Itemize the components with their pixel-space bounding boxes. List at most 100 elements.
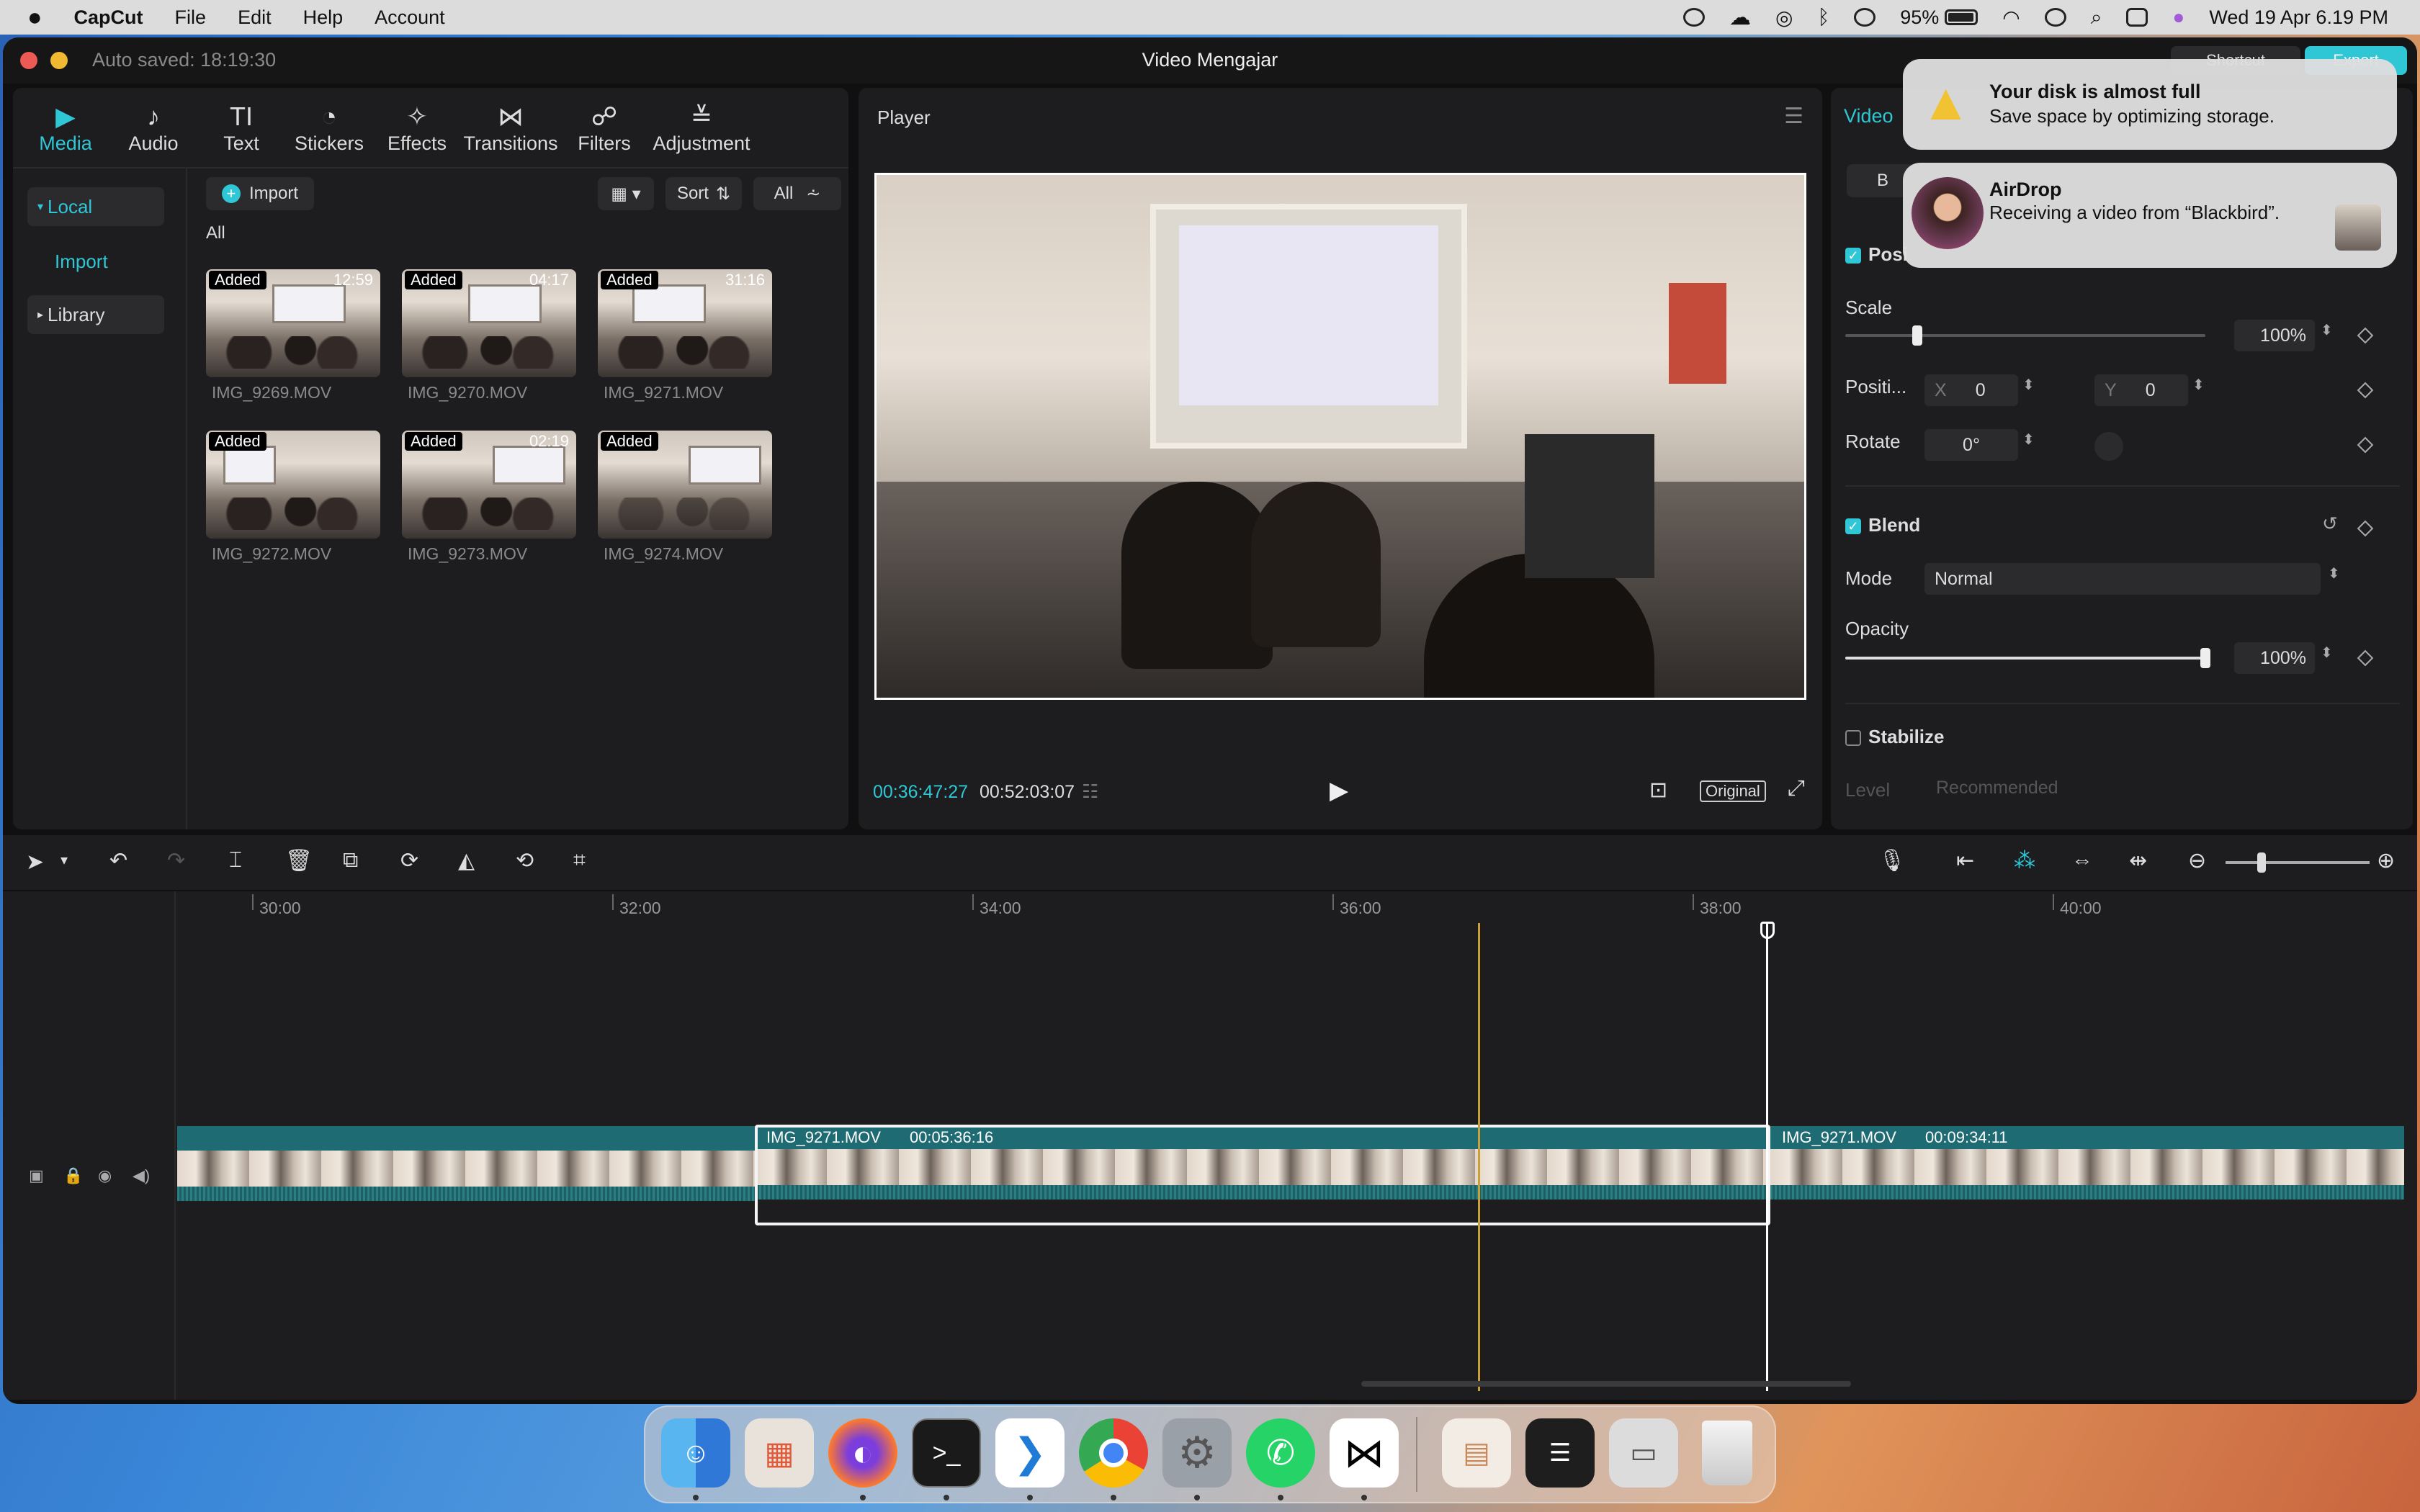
mute-track-icon[interactable]: ◀) xyxy=(133,1166,150,1185)
playhead[interactable] xyxy=(1766,923,1768,1391)
undo-icon[interactable]: ↶ xyxy=(109,848,127,873)
tab-video[interactable]: Video xyxy=(1844,105,1894,127)
position-keyframe-icon[interactable] xyxy=(2357,382,2374,399)
tab-audio[interactable]: ♪ Audio xyxy=(112,88,194,167)
opacity-slider-handle[interactable] xyxy=(2200,648,2210,668)
timeline-scrollbar[interactable] xyxy=(1361,1381,1851,1387)
position-y-input[interactable]: Y 0 xyxy=(2094,374,2188,406)
rotate-icon[interactable]: ⟲ xyxy=(516,848,534,873)
freeze-frame-icon[interactable]: ⧉ xyxy=(343,848,358,873)
dock-trash[interactable] xyxy=(1693,1418,1762,1488)
dock-recent-browser[interactable]: ▭ xyxy=(1609,1418,1678,1488)
tab-filters[interactable]: ☍ Filters xyxy=(563,88,645,167)
icloud-icon[interactable]: ☁ xyxy=(1729,5,1751,30)
main-track-magnet-icon[interactable]: ⇤ xyxy=(1956,848,1974,873)
siri-icon[interactable]: ● xyxy=(2172,6,2184,29)
tab-effects[interactable]: ✧ Effects xyxy=(376,88,458,167)
timecode-grid-icon[interactable]: ☷ xyxy=(1082,780,1098,803)
view-mode-button[interactable]: ▦ ▾ xyxy=(598,177,654,210)
mirror-icon[interactable]: ◭ xyxy=(458,848,475,873)
sidebar-item-local[interactable]: ▾ Local xyxy=(27,187,164,226)
timeline-clip[interactable] xyxy=(1770,1149,2404,1200)
select-tool-icon[interactable]: ➤ xyxy=(26,850,44,875)
mode-stepper[interactable]: ⬍ xyxy=(2328,564,2340,582)
scale-keyframe-icon[interactable] xyxy=(2357,327,2374,344)
sidebar-item-library[interactable]: ▸ Library xyxy=(27,295,164,334)
rotate-stepper[interactable]: ⬍ xyxy=(2022,431,2035,449)
crop-icon[interactable]: ⌗ xyxy=(573,848,586,873)
tab-adjustment[interactable]: ≚ Adjustment xyxy=(651,88,752,167)
dock-vscode[interactable]: ❯ xyxy=(995,1418,1065,1488)
dock-launchpad[interactable]: ▦ xyxy=(745,1418,814,1488)
media-item-thumbnail[interactable]: Added 12:59 xyxy=(206,269,380,377)
time-ruler[interactable]: 30:00 32:00 34:00 36:00 38:00 40:00 xyxy=(176,891,2417,920)
position-y-stepper[interactable]: ⬍ xyxy=(2192,376,2205,394)
airplay-icon[interactable]: ◎ xyxy=(1775,6,1793,30)
dock-terminal[interactable]: >_ xyxy=(912,1418,981,1488)
sort-button[interactable]: Sort ⇅ xyxy=(666,177,742,210)
dock-recent-window[interactable]: ☰ xyxy=(1525,1418,1595,1488)
media-item-thumbnail[interactable]: Added 02:19 xyxy=(402,431,576,539)
opacity-input[interactable]: 100% xyxy=(2234,642,2315,674)
dock-whatsapp[interactable]: ✆ xyxy=(1246,1418,1315,1488)
bluetooth-icon[interactable]: ᛒ xyxy=(1817,6,1829,29)
position-x-input[interactable]: X 0 xyxy=(1924,374,2018,406)
dock-finder[interactable]: ☺ xyxy=(661,1418,730,1488)
apple-icon[interactable]: ● xyxy=(27,4,42,32)
video-preview[interactable] xyxy=(874,173,1806,700)
clock[interactable]: Wed 19 Apr 6.19 PM xyxy=(2209,6,2388,29)
menu-help[interactable]: Help xyxy=(303,6,344,29)
zoom-slider[interactable] xyxy=(2226,861,2370,864)
sidebar-item-import[interactable]: Import xyxy=(27,242,164,281)
dock-chrome[interactable] xyxy=(1079,1418,1148,1488)
fullscreen-icon[interactable]: ⤢ xyxy=(1788,776,1805,801)
play-button[interactable]: ▶ xyxy=(1330,776,1348,805)
wifi-icon[interactable]: ◠ xyxy=(2002,6,2020,30)
battery-indicator[interactable]: 95% xyxy=(1900,6,1978,29)
redo-icon[interactable]: ↷ xyxy=(167,848,185,873)
delete-icon[interactable]: 🗑 xyxy=(285,848,313,873)
blend-mode-select[interactable]: Normal xyxy=(1924,563,2321,595)
rotate-dial[interactable] xyxy=(2094,432,2123,461)
blend-checkbox[interactable]: ✓ xyxy=(1845,518,1861,534)
reverse-icon[interactable]: ⟳ xyxy=(400,848,418,873)
airdrop-notification[interactable]: AirDrop Receiving a video from “Blackbir… xyxy=(1903,163,2397,268)
microphone-icon[interactable]: 🎙 xyxy=(1878,848,1906,873)
zoom-out-icon[interactable]: ⊖ xyxy=(2188,848,2206,873)
scale-slider[interactable] xyxy=(1845,334,2205,337)
timeline-clip-header[interactable] xyxy=(177,1126,755,1151)
timeline-clip[interactable] xyxy=(177,1151,755,1201)
user-icon[interactable] xyxy=(2044,8,2066,27)
select-dropdown-icon[interactable]: ▾ xyxy=(60,851,68,869)
split-icon[interactable]: ⌶ xyxy=(229,848,242,873)
linkage-icon[interactable]: ⇔ xyxy=(2071,848,2093,873)
player-menu-icon[interactable]: ☰ xyxy=(1784,104,1803,129)
lock-track-icon[interactable]: 🔒 xyxy=(63,1166,83,1185)
play-status-icon[interactable] xyxy=(1854,8,1876,27)
cover-icon[interactable]: ▣ xyxy=(29,1166,44,1185)
media-item-thumbnail[interactable]: Added xyxy=(598,431,772,539)
preview-axis-icon[interactable]: ⇹ xyxy=(2129,848,2147,873)
opacity-stepper[interactable]: ⬍ xyxy=(2321,644,2333,662)
tab-media[interactable]: ▶ Media xyxy=(24,88,107,167)
dock-system-settings[interactable]: ⚙ xyxy=(1162,1418,1232,1488)
zoom-slider-handle[interactable] xyxy=(2257,852,2266,873)
next-clip-header[interactable]: IMG_9271.MOV 00:09:34:11 xyxy=(1770,1126,2404,1149)
app-menu[interactable]: CapCut xyxy=(74,6,143,29)
screenshot-icon[interactable]: ⊡ xyxy=(1649,778,1667,803)
scale-input[interactable]: 100% xyxy=(2234,320,2315,351)
reset-icon[interactable]: ↺ xyxy=(2322,513,2338,535)
menu-edit[interactable]: Edit xyxy=(238,6,272,29)
rotate-keyframe-icon[interactable] xyxy=(2357,436,2374,454)
ratio-original-button[interactable]: Original xyxy=(1700,780,1766,802)
scale-stepper[interactable]: ⬍ xyxy=(2321,321,2333,339)
tab-stickers[interactable]: ◔ Stickers xyxy=(288,88,370,167)
filter-button[interactable]: All ⩪ xyxy=(753,177,841,210)
dock-firefox[interactable]: ◐ xyxy=(828,1418,897,1488)
blend-keyframe-icon[interactable] xyxy=(2357,520,2374,537)
media-item-thumbnail[interactable]: Added 31:16 xyxy=(598,269,772,377)
disk-full-notification[interactable]: ▲ Your disk is almost full Save space by… xyxy=(1903,59,2397,150)
rotate-input[interactable]: 0° xyxy=(1924,429,2018,461)
menu-file[interactable]: File xyxy=(175,6,207,29)
import-button[interactable]: + Import xyxy=(206,177,314,210)
